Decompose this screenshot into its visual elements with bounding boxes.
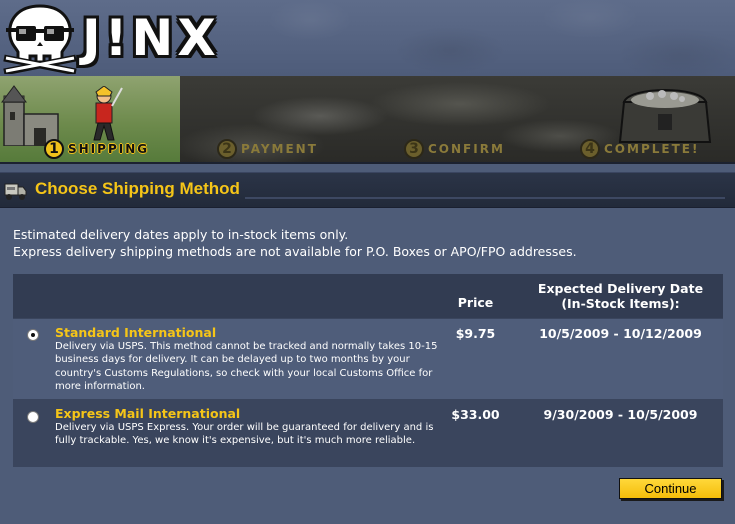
shipping-methods-table: Price Expected Delivery Date (In-Stock I… (13, 274, 723, 467)
header-line: Expected Delivery Date (537, 281, 704, 296)
method-name[interactable]: Standard International (55, 325, 216, 340)
section-title-bar: Choose Shipping Method (0, 172, 735, 208)
continue-button[interactable]: Continue (619, 478, 722, 499)
site-header: J!NX (0, 0, 735, 76)
delivery-date-column-header: Expected Delivery Date (In-Stock Items): (518, 281, 723, 311)
info-line: Estimated delivery dates apply to in-sto… (13, 227, 349, 242)
step-number: 2 (217, 139, 237, 159)
price-column-header: Price (457, 295, 494, 310)
step-payment: 2 PAYMENT (217, 138, 318, 160)
step-number: 1 (44, 139, 64, 159)
title-divider (245, 197, 725, 199)
method-description: Delivery via USPS. This method cannot be… (55, 341, 438, 392)
checkout-steps: 1 SHIPPING 2 PAYMENT 3 CONFIRM 4 COMPLET… (0, 138, 735, 160)
step-confirm: 3 CONFIRM (404, 138, 505, 160)
shipping-info-text: Estimated delivery dates apply to in-sto… (13, 226, 577, 260)
express-radio-button[interactable] (27, 411, 39, 423)
method-price: $9.75 (455, 326, 496, 341)
checkout-progress-banner: 1 SHIPPING 2 PAYMENT 3 CONFIRM 4 COMPLET… (0, 76, 735, 164)
header-camo-pattern (250, 0, 735, 76)
step-number: 3 (404, 139, 424, 159)
step-label: COMPLETE! (604, 142, 700, 156)
castle-icon (1, 85, 59, 146)
delivery-truck-icon (4, 183, 27, 200)
method-delivery-date: 9/30/2009 - 10/5/2009 (543, 407, 698, 422)
header-line: (In-Stock Items): (561, 296, 680, 311)
step-complete: 4 COMPLETE! (580, 138, 699, 160)
method-delivery-date: 10/5/2009 - 10/12/2009 (539, 326, 702, 341)
hero-character-icon (93, 86, 123, 141)
step-shipping: 1 SHIPPING (44, 138, 149, 160)
treasure-chest-icon (618, 89, 712, 143)
method-name[interactable]: Express Mail International (55, 406, 240, 421)
step-label: PAYMENT (241, 142, 318, 156)
standard-radio-button[interactable] (27, 329, 39, 341)
shipping-option-express[interactable]: Express Mail International Delivery via … (13, 400, 723, 467)
step-number: 4 (580, 139, 600, 159)
method-price: $33.00 (451, 407, 500, 422)
step-label: CONFIRM (428, 142, 505, 156)
shipping-option-standard[interactable]: Standard International Delivery via USPS… (13, 319, 723, 399)
table-header: Price Expected Delivery Date (In-Stock I… (13, 274, 723, 318)
method-description: Delivery via USPS Express. Your order wi… (55, 422, 434, 447)
info-line: Express delivery shipping methods are no… (13, 244, 577, 259)
logo-wordmark[interactable]: J!NX (82, 8, 220, 68)
skull-logo-icon[interactable] (2, 2, 78, 74)
page-title: Choose Shipping Method (35, 179, 240, 198)
step-label: SHIPPING (68, 142, 150, 156)
